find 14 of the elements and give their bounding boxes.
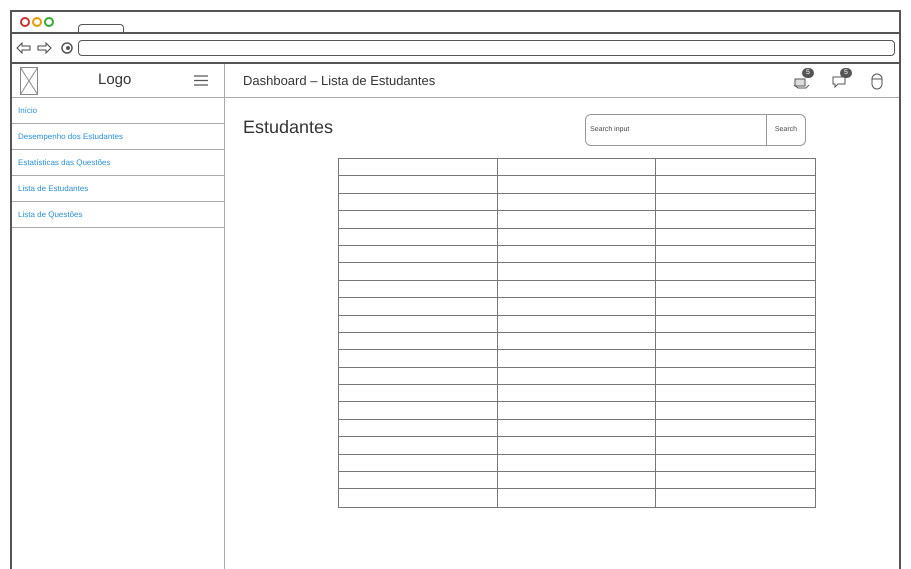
forward-arrow-icon[interactable] — [36, 42, 52, 54]
sidebar-link[interactable]: Desempenho dos Estudantes — [18, 130, 123, 142]
section-heading: Estudantes — [243, 116, 334, 139]
menu-icon[interactable] — [194, 75, 208, 86]
image-placeholder-icon — [20, 66, 38, 94]
sidebar-link[interactable]: Lista de Estudantes — [18, 182, 88, 194]
logo-text: Logo — [98, 70, 132, 90]
back-arrow-icon[interactable] — [16, 42, 32, 54]
sidebar-link[interactable]: Início — [18, 104, 38, 116]
address-bar[interactable] — [78, 40, 895, 56]
sidebar-link[interactable]: Lista de Questões — [18, 208, 82, 220]
browser-tab[interactable] — [78, 24, 124, 32]
page-title: Dashboard – Lista de Estudantes — [243, 72, 436, 90]
sidebar-link[interactable]: Estatísticas das Questões — [18, 156, 110, 168]
